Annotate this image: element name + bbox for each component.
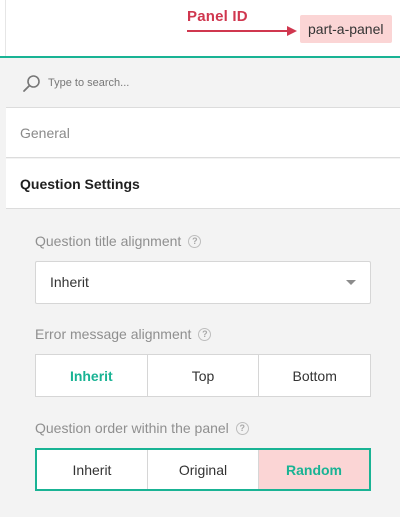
error-alignment-button-group: Inherit Top Bottom — [35, 354, 371, 397]
field-title: Question title alignment ? — [35, 233, 202, 249]
question-settings-content: Question title alignment ? Inherit Error… — [6, 210, 400, 517]
property-grid-screenshot: Panel ID part-a-panel General Question S… — [0, 0, 400, 517]
category-label: Question Settings — [20, 176, 140, 192]
annotation-header: Panel ID part-a-panel — [0, 0, 400, 58]
dropdown-value: Inherit — [50, 274, 89, 290]
field-title: Question order within the panel ? — [35, 420, 249, 436]
chevron-down-icon — [346, 280, 356, 285]
annotation-label: Panel ID — [187, 8, 248, 25]
option-bottom-button[interactable]: Bottom — [259, 355, 371, 396]
help-icon[interactable]: ? — [188, 234, 202, 248]
category-question-settings[interactable]: Question Settings — [6, 159, 400, 209]
arrow-right-icon — [187, 26, 297, 36]
property-panel: General Question Settings Question title… — [6, 58, 400, 517]
search-bar — [6, 58, 400, 108]
option-original-button[interactable]: Original — [148, 450, 259, 489]
field-label: Error message alignment — [35, 326, 192, 342]
help-icon[interactable]: ? — [198, 327, 212, 341]
option-random-button[interactable]: Random — [259, 450, 369, 489]
divider — [5, 0, 6, 57]
search-icon — [23, 75, 40, 92]
option-inherit-button[interactable]: Inherit — [36, 355, 148, 396]
help-icon[interactable]: ? — [235, 421, 249, 435]
search-input[interactable] — [46, 71, 376, 95]
title-alignment-dropdown[interactable]: Inherit — [35, 261, 371, 304]
option-top-button[interactable]: Top — [147, 355, 260, 396]
field-label: Question order within the panel — [35, 420, 229, 436]
annotation-chip: part-a-panel — [300, 15, 392, 43]
field-label: Question title alignment — [35, 233, 182, 249]
category-label: General — [20, 125, 70, 141]
category-general[interactable]: General — [6, 108, 400, 158]
option-inherit-button[interactable]: Inherit — [37, 450, 148, 489]
question-order-button-group: Inherit Original Random — [35, 448, 371, 491]
field-title: Error message alignment ? — [35, 326, 212, 342]
